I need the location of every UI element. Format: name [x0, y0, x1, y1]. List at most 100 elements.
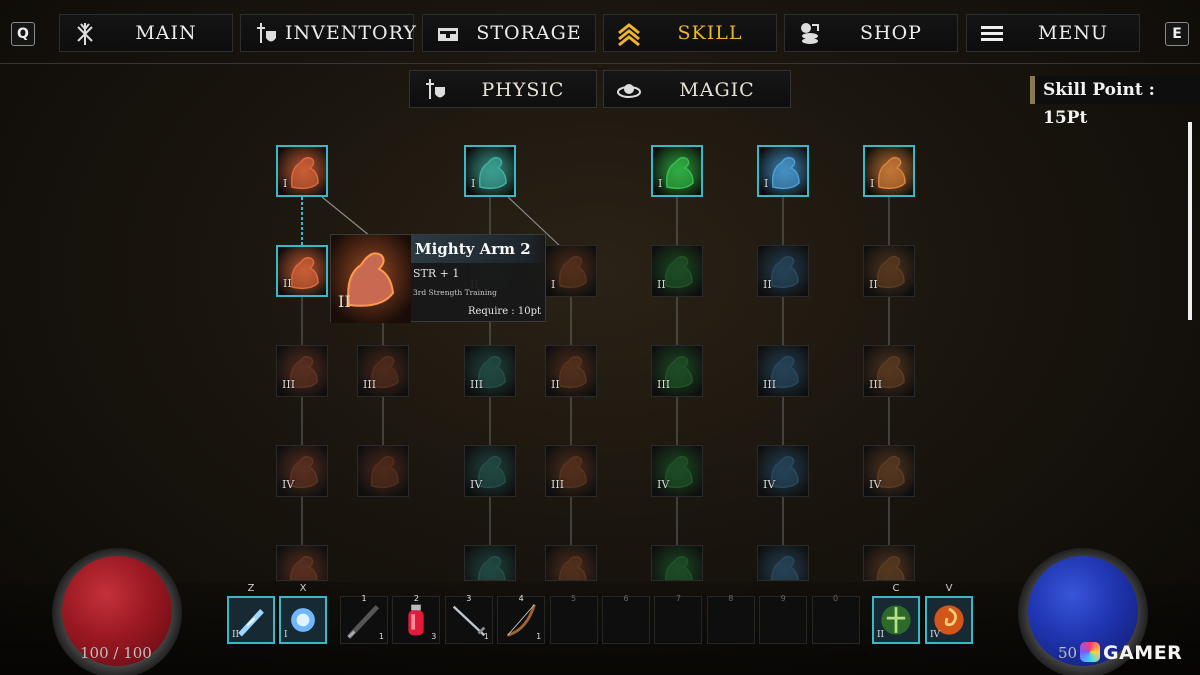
slot-number: 1 [361, 594, 367, 603]
item-slot-0[interactable]: 0 [811, 594, 860, 644]
slot-quantity: 3 [431, 632, 437, 641]
skill-node-tier: III [470, 378, 484, 391]
skill-slot-z[interactable]: Z II [227, 583, 275, 644]
skill-node-tier: I [283, 177, 288, 190]
skill-node-armor-2[interactable]: II [863, 245, 915, 297]
skill-node-heart-3[interactable]: III [651, 345, 703, 397]
muscle-body-icon [358, 446, 408, 496]
skill-node-meditate-2[interactable]: II [757, 245, 809, 297]
watermark-text: GAMER [1103, 642, 1183, 664]
skill-slot-c[interactable]: C II [872, 583, 920, 644]
lungs-icon [546, 546, 596, 580]
skill-node-tier: III [363, 378, 377, 391]
mp-value: 50 [1058, 644, 1078, 662]
item-slot-1[interactable]: 11 [340, 594, 388, 644]
item-slot-9[interactable]: 9 [759, 594, 808, 644]
tooltip-description: 3rd Strength Training [413, 288, 497, 297]
skill-node-lung-4[interactable] [545, 545, 597, 581]
skill-node-arm-5[interactable] [276, 545, 328, 581]
item-slot-7[interactable]: 7 [654, 594, 703, 644]
skill-node-heart-4[interactable]: IV [651, 445, 703, 497]
skill-tooltip: II Mighty Arm 2 STR + 1 3rd Strength Tra… [330, 234, 546, 323]
skill-node-lung-3[interactable]: III [545, 445, 597, 497]
skill-node-meditate-4[interactable]: IV [757, 445, 809, 497]
gamer-watermark: GAMER [1080, 642, 1182, 664]
skill-node-run-3[interactable]: III [464, 345, 516, 397]
skill-slot-x[interactable]: XI [279, 583, 327, 644]
slot-number: 3 [466, 594, 472, 603]
tooltip-stat: STR + 1 [413, 267, 460, 280]
skill-node-heart-2[interactable]: II [651, 245, 703, 297]
item-slot-2[interactable]: 23 [392, 594, 441, 644]
skill-node-heart-5[interactable] [651, 545, 703, 581]
gamer-logo-icon [1080, 642, 1100, 662]
skill-node-tier: II [763, 278, 772, 291]
meditation-icon [758, 546, 808, 580]
skill-tree-connectors [301, 196, 890, 545]
runner-icon [465, 546, 515, 580]
slot-tier: II [232, 630, 240, 640]
skill-node-lung-1[interactable]: I [545, 245, 597, 297]
skill-tree: IIIIIIIVIIIIIIIIIIIIVIIIIIIIIIIIIIVIIIII… [0, 0, 1200, 590]
slot-tier: II [877, 630, 885, 640]
slot-hotkey: C [892, 583, 900, 594]
skill-node-meditate-5[interactable] [757, 545, 809, 581]
item-slot-6[interactable]: 6 [602, 594, 650, 644]
skill-node-tier: IV [869, 478, 882, 491]
skill-node-tier: III [869, 378, 883, 391]
item-slot-3[interactable]: 31 [444, 594, 493, 644]
skill-node-run-4[interactable]: IV [464, 445, 516, 497]
skill-node-tier: I [471, 177, 476, 190]
tree-connector [321, 196, 371, 237]
tooltip-skill-image: II [331, 235, 411, 323]
slot-quantity: 1 [483, 632, 489, 641]
skill-node-tier: I [551, 278, 556, 291]
slot-number: 6 [623, 594, 629, 603]
slot-number: 9 [780, 594, 786, 603]
skill-node-meditate-3[interactable]: III [757, 345, 809, 397]
item-slot-4[interactable]: 41 [497, 594, 546, 644]
skill-node-armor-5[interactable] [863, 545, 915, 581]
skill-node-arm-3[interactable]: III [276, 345, 328, 397]
item-slot-5[interactable]: 5 [549, 594, 598, 644]
tooltip-tier: II [338, 292, 351, 311]
skill-node-heart-1[interactable]: I [651, 145, 703, 197]
skill-node-meditate-1[interactable]: I [757, 145, 809, 197]
hp-value: 100 / 100 [80, 644, 152, 662]
skill-node-tier: II [283, 277, 292, 290]
skill-node-armor-4[interactable]: IV [863, 445, 915, 497]
skill-node-body-2[interactable]: III [357, 345, 409, 397]
skill-node-armor-1[interactable]: I [863, 145, 915, 197]
armor-vest-icon [864, 546, 914, 580]
skill-node-body-3[interactable] [357, 445, 409, 497]
tooltip-requirement: Require : 10pt [467, 306, 541, 317]
skill-node-arm-4[interactable]: IV [276, 445, 328, 497]
item-slot-8[interactable]: 8 [706, 594, 755, 644]
skill-node-lung-2[interactable]: II [545, 345, 597, 397]
skill-node-tier: III [282, 378, 296, 391]
skill-node-tier: II [657, 278, 666, 291]
slot-tier: IV [930, 630, 941, 640]
skill-node-arm-1[interactable]: I [276, 145, 328, 197]
skill-node-armor-3[interactable]: III [863, 345, 915, 397]
skill-node-run-5[interactable] [464, 545, 516, 581]
slot-quantity: 1 [536, 632, 542, 641]
slot-number: 5 [571, 594, 577, 603]
slot-hotkey: Z [247, 583, 255, 594]
skill-slot-v[interactable]: V IV [925, 583, 973, 644]
slot-number: 2 [413, 594, 419, 603]
skill-node-tier: IV [282, 478, 295, 491]
skill-node-tier: I [658, 177, 663, 190]
slot-number: 0 [833, 594, 839, 603]
slot-number: 8 [728, 594, 734, 603]
skill-node-tier: IV [470, 478, 483, 491]
skill-node-tier: III [763, 378, 777, 391]
slot-tier: I [284, 630, 288, 640]
tooltip-skill-name: Mighty Arm 2 [411, 235, 545, 263]
skill-node-arm-2[interactable]: II [276, 245, 328, 297]
skill-node-tier: I [764, 177, 769, 190]
skill-node-tier: III [551, 478, 565, 491]
flexed-arm-icon [277, 546, 327, 580]
skill-node-run-1[interactable]: I [464, 145, 516, 197]
skill-node-tier: I [870, 177, 875, 190]
